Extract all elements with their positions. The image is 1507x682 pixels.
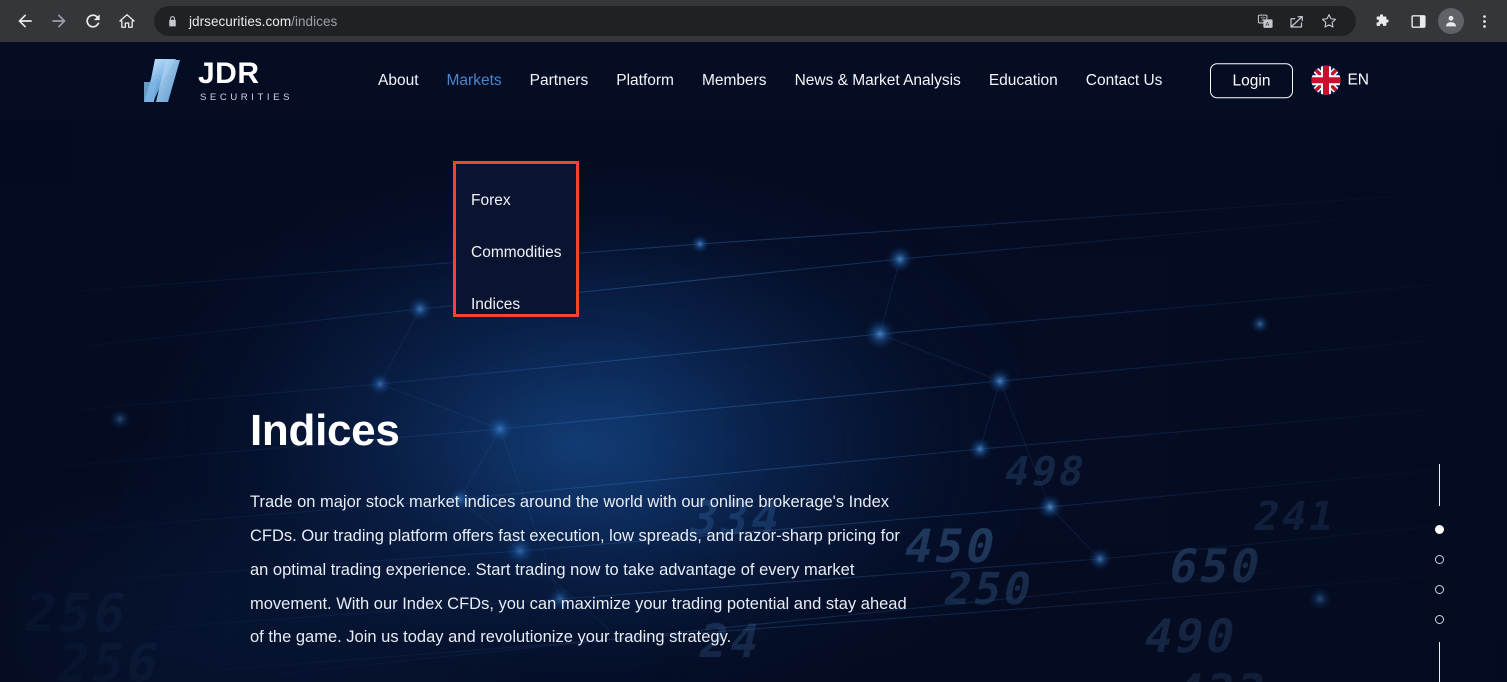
markets-dropdown-list: Forex Commodities Indices bbox=[453, 161, 579, 317]
slider-dot-list bbox=[1435, 525, 1444, 624]
browser-toolbar: jdrsecurities.com/indices 文 A bbox=[0, 0, 1507, 42]
home-icon bbox=[119, 14, 135, 28]
home-button[interactable] bbox=[110, 4, 144, 38]
forward-arrow-icon bbox=[52, 14, 66, 28]
nav-item-about[interactable]: About bbox=[378, 68, 419, 94]
nav-item-contact-us[interactable]: Contact Us bbox=[1086, 68, 1163, 94]
browser-action-icons bbox=[1364, 6, 1499, 36]
jdr-logo-mark-icon bbox=[144, 58, 180, 102]
header-actions: Login EN bbox=[1209, 62, 1369, 99]
uk-flag-icon bbox=[1311, 66, 1341, 95]
nav-item-markets[interactable]: Markets bbox=[447, 68, 502, 94]
address-bar[interactable]: jdrsecurities.com/indices 文 A bbox=[154, 6, 1356, 36]
three-dot-menu-icon[interactable] bbox=[1469, 6, 1499, 36]
hero-section: 256 256 256 256 450 650 250 490 334 24 2… bbox=[0, 119, 1507, 682]
logo-title: JDR bbox=[198, 56, 260, 90]
site-logo[interactable]: JDR SECURITIES bbox=[142, 57, 293, 105]
star-bookmark-icon[interactable] bbox=[1314, 6, 1344, 36]
reload-button[interactable] bbox=[76, 4, 110, 38]
slide-indicator-dot-2[interactable] bbox=[1435, 555, 1444, 564]
hero-paragraph: Trade on major stock market indices arou… bbox=[250, 493, 907, 647]
site-header: JDR SECURITIES About Markets Partners Pl… bbox=[0, 42, 1507, 119]
slider-line-bottom bbox=[1438, 642, 1441, 682]
nav-item-platform[interactable]: Platform bbox=[616, 68, 674, 94]
lock-icon bbox=[166, 15, 179, 28]
nav-item-education[interactable]: Education bbox=[989, 68, 1058, 94]
back-button[interactable] bbox=[8, 4, 42, 38]
url-path: /indices bbox=[291, 13, 338, 29]
translate-icon[interactable]: 文 A bbox=[1250, 6, 1280, 36]
slide-indicator-dot-4[interactable] bbox=[1435, 615, 1444, 624]
slide-indicator-dot-1[interactable] bbox=[1435, 525, 1444, 534]
slider-line-top bbox=[1438, 464, 1441, 506]
reload-icon bbox=[86, 14, 100, 28]
sidebar-panel-icon[interactable] bbox=[1403, 6, 1433, 36]
logo-subtitle: SECURITIES bbox=[200, 91, 294, 103]
url-domain: jdrsecurities.com bbox=[189, 13, 292, 29]
dropdown-item-forex[interactable]: Forex bbox=[471, 175, 579, 227]
nav-item-members[interactable]: Members bbox=[702, 68, 767, 94]
slide-indicator-dot-3[interactable] bbox=[1435, 585, 1444, 594]
slider-pagination bbox=[1435, 464, 1444, 682]
share-icon[interactable] bbox=[1282, 6, 1312, 36]
markets-dropdown-menu: Forex Commodities Indices bbox=[453, 161, 579, 317]
page-title: Indices bbox=[250, 406, 400, 455]
language-selector[interactable]: EN bbox=[1311, 66, 1369, 96]
url-text: jdrsecurities.com/indices bbox=[189, 14, 337, 29]
hero-content: Indices Trade on major stock market indi… bbox=[250, 406, 930, 655]
nav-item-news-market-analysis[interactable]: News & Market Analysis bbox=[795, 68, 961, 94]
main-navigation: About Markets Partners Platform Members … bbox=[378, 68, 1162, 94]
puzzle-extensions-icon[interactable] bbox=[1368, 6, 1398, 36]
forward-button[interactable] bbox=[42, 4, 76, 38]
dropdown-item-indices[interactable]: Indices bbox=[471, 279, 579, 331]
login-button[interactable]: Login bbox=[1209, 62, 1294, 99]
logo-text: JDR SECURITIES bbox=[198, 56, 294, 103]
svg-text:A: A bbox=[1265, 22, 1269, 28]
dropdown-item-commodities[interactable]: Commodities bbox=[471, 227, 579, 279]
web-page: 256 256 256 256 450 650 250 490 334 24 2… bbox=[0, 42, 1507, 682]
profile-avatar-icon[interactable] bbox=[1438, 8, 1464, 34]
language-label: EN bbox=[1347, 71, 1369, 89]
nav-item-partners[interactable]: Partners bbox=[530, 68, 589, 94]
omnibox-actions: 文 A bbox=[1250, 6, 1344, 36]
back-arrow-icon bbox=[18, 14, 32, 28]
